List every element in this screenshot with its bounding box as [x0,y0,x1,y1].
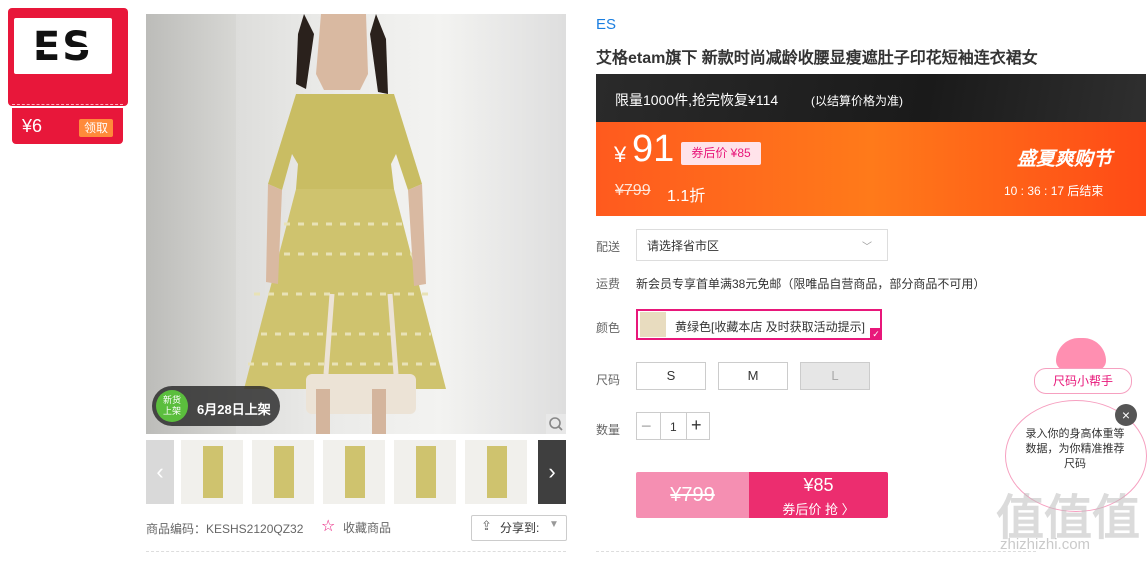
new-arrival-badge: 新货 上架 [156,390,188,422]
size-helper-title[interactable]: 尺码小帮手 [1034,368,1132,394]
new-arrival-date: 6月28日上架 [197,402,271,417]
countdown-timer: 10 : 36 : 17 后结束 [1004,184,1104,198]
share-icon: ⇪ [481,518,492,533]
coupon-divider [12,104,123,105]
watermark-url: zhizhizhi.com [1000,536,1091,553]
coupon-amount: ¥6 [22,116,43,136]
stepper-divider [660,413,661,439]
new-tag-bottom: 上架 [162,406,181,416]
thumbnail[interactable] [465,440,527,504]
chevron-down-icon: ﹀ [862,242,872,253]
model-illustration [244,14,446,434]
color-label: 颜色 [596,321,621,335]
quantity-label: 数量 [596,423,621,437]
delivery-label: 配送 [596,240,621,254]
buy-original-text: ¥799 [670,484,715,506]
thumbnail[interactable] [394,440,456,504]
mascot-icon[interactable] [1056,338,1106,370]
close-icon[interactable]: × [1115,404,1137,426]
chevron-down-icon: ▼ [549,519,559,530]
increase-button[interactable]: + [691,415,702,436]
thumbnail[interactable] [181,440,243,504]
shipping-info: 新会员专享首单满38元免邮（限唯品自营商品，部分商品不可用） [636,277,986,291]
size-option-l[interactable]: L [800,362,870,390]
buy-label[interactable]: 券后价 抢 〉 [749,499,888,518]
share-label: 分享到: [500,521,540,535]
divider [596,551,1036,552]
festival-title: 盛夏爽购节 [1017,149,1113,170]
size-label: 尺码 [596,373,621,387]
color-swatch [640,312,666,337]
quantity-input[interactable]: 1 [670,420,677,434]
product-code: 商品编码：KESHS2120QZ32 [146,522,304,536]
divider [146,551,566,552]
size-option-m[interactable]: M [718,362,788,390]
currency-symbol: ¥ [614,142,627,167]
brand-link[interactable]: ES [596,16,616,33]
chevron-left-icon[interactable]: ‹ [146,440,174,504]
color-option-label: 黄绿色[收藏本店 及时获取活动提示] [675,320,866,334]
main-product-image[interactable] [146,14,566,434]
logo-stripe [24,47,102,50]
thumbnail[interactable] [252,440,314,504]
discount-rate: 1.1折 [667,188,706,205]
promo-limit-text: 限量1000件,抢完恢复¥114 [615,92,779,108]
claim-coupon-button[interactable]: 领取 [79,119,113,137]
product-title: 艾格etam旗下 新款时尚减龄收腰显瘦遮肚子印花短袖连衣裙女 [596,50,1038,67]
stepper-divider [686,413,687,439]
size-option-s[interactable]: S [636,362,706,390]
check-icon: ✓ [870,328,882,340]
new-tag-top: 新货 [162,395,181,405]
zoom-icon[interactable] [546,414,566,434]
after-coupon-badge: 券后价 ¥85 [681,142,761,165]
shipping-label: 运费 [596,277,621,291]
buy-price[interactable]: ¥85 [749,475,888,496]
original-price: ¥799 [615,182,651,199]
star-icon[interactable]: ☆ [321,516,335,536]
address-select-value: 请选择省市区 [647,239,720,253]
brand-logo-text: ES [32,24,94,70]
favorite-button[interactable]: 收藏商品 [343,519,391,536]
chevron-right-icon[interactable]: › [538,440,566,504]
size-helper-text: 录入你的身高体重等数据，为你精准推荐尺码 [1025,428,1125,470]
thumbnail[interactable] [323,440,385,504]
decrease-button[interactable]: − [641,416,652,437]
buy-original-price[interactable]: ¥799 [636,472,749,518]
promo-note: (以结算价格为准) [811,94,903,108]
sale-price: 91 [632,128,675,170]
